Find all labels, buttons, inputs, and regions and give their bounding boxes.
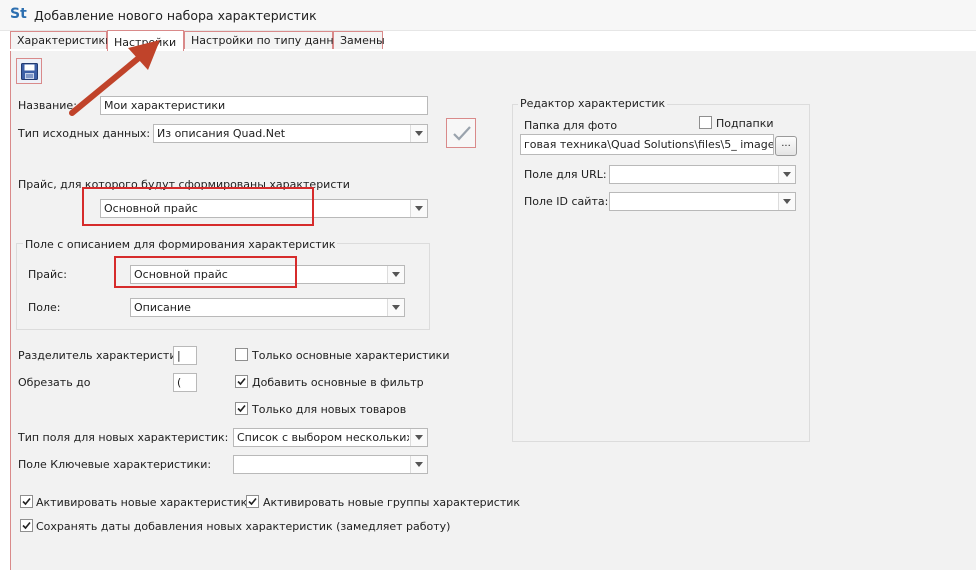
chevron-down-icon[interactable]	[778, 166, 795, 183]
new-field-type-value: Список с выбором нескольких знач	[237, 431, 409, 444]
source-type-select[interactable]: Из описания Quad.Net	[153, 124, 428, 143]
chevron-down-icon[interactable]	[410, 125, 427, 142]
floppy-disk-icon	[21, 63, 38, 80]
key-field-label: Поле Ключевые характеристики:	[18, 458, 212, 471]
name-label: Название:	[18, 99, 77, 112]
site-id-label: Поле ID сайта:	[524, 195, 609, 208]
chevron-down-icon[interactable]	[387, 266, 404, 283]
tab-replacements[interactable]: Замены	[333, 31, 385, 49]
activate-groups-label: Активировать новые группы характеристик	[263, 496, 521, 509]
photo-folder-input[interactable]: говая техника\Quad Solutions\files\5_ im…	[520, 134, 774, 155]
photo-folder-label: Папка для фото	[524, 119, 618, 132]
subfolders-checkbox[interactable]	[699, 116, 712, 129]
source-type-value: Из описания Quad.Net	[157, 127, 286, 140]
chevron-down-icon[interactable]	[387, 299, 404, 316]
separator-input[interactable]: |	[173, 346, 197, 365]
activate-new-label: Активировать новые характеристики	[36, 496, 255, 509]
source-type-label: Тип исходных данных:	[18, 127, 151, 140]
add-main-filter-label: Добавить основные в фильтр	[252, 376, 424, 389]
annotation-box-group-price	[114, 256, 297, 288]
group-price-label: Прайс:	[28, 268, 67, 281]
tab-data-type-settings[interactable]: Настройки по типу данных	[184, 31, 349, 49]
only-main-label: Только основные характеристики	[252, 349, 450, 362]
chevron-down-icon[interactable]	[410, 200, 427, 217]
checkmark-icon	[22, 521, 31, 530]
chevron-down-icon[interactable]	[410, 429, 427, 446]
key-field-select[interactable]	[233, 455, 428, 474]
save-button[interactable]	[16, 58, 42, 84]
activate-new-checkbox[interactable]	[20, 495, 33, 508]
url-field-select[interactable]	[609, 165, 796, 184]
only-new-checkbox[interactable]	[235, 402, 248, 415]
chevron-down-icon[interactable]	[778, 193, 795, 210]
only-new-label: Только для новых товаров	[252, 403, 407, 416]
tab-strip: Характеристики Настройки Настройки по ти…	[10, 30, 976, 52]
tab-characteristics[interactable]: Характеристики	[10, 31, 112, 49]
site-id-select[interactable]	[609, 192, 796, 211]
app-logo: St	[10, 6, 27, 22]
checkmark-icon	[248, 497, 257, 506]
group-field-label: Поле:	[28, 301, 61, 314]
trim-label: Обрезать до	[18, 376, 91, 389]
checkmark-icon	[453, 126, 471, 141]
new-field-type-label: Тип поля для новых характеристик:	[18, 431, 229, 444]
annotation-box-price	[82, 187, 314, 226]
trim-input[interactable]: (	[173, 373, 197, 392]
checkmark-icon	[22, 497, 31, 506]
browse-button[interactable]: ...	[775, 136, 797, 156]
separator-label: Разделитель характеристик	[18, 349, 184, 362]
checkmark-icon	[237, 404, 246, 413]
add-main-filter-checkbox[interactable]	[235, 375, 248, 388]
name-input[interactable]: Мои характеристики	[100, 96, 428, 115]
checkmark-icon	[237, 377, 246, 386]
save-dates-label: Сохранять даты добавления новых характер…	[36, 520, 451, 533]
activate-groups-checkbox[interactable]	[246, 495, 259, 508]
save-dates-checkbox[interactable]	[20, 519, 33, 532]
only-main-checkbox[interactable]	[235, 348, 248, 361]
apply-button[interactable]	[446, 118, 476, 148]
group-field-value: Описание	[134, 301, 191, 314]
group-field-select[interactable]: Описание	[130, 298, 405, 317]
description-group-title: Поле с описанием для формирования характ…	[23, 238, 338, 251]
window-title: Добавление нового набора характеристик	[34, 8, 317, 23]
new-field-type-select[interactable]: Список с выбором нескольких знач	[233, 428, 428, 447]
url-field-label: Поле для URL:	[524, 168, 607, 181]
subfolders-label: Подпапки	[716, 117, 774, 130]
chevron-down-icon[interactable]	[410, 456, 427, 473]
editor-group-title: Редактор характеристик	[518, 97, 668, 110]
tab-settings[interactable]: Настройки	[107, 30, 184, 51]
